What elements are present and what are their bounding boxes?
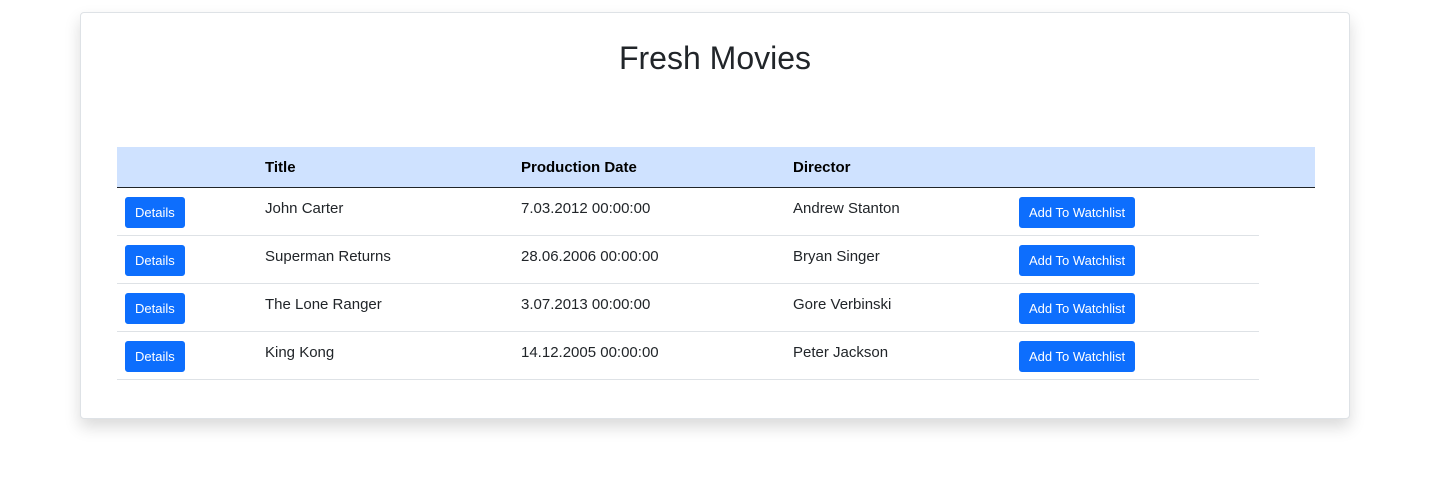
- table-row: Details The Lone Ranger 3.07.2013 00:00:…: [117, 283, 1315, 332]
- watchlist-cell: Add To Watchlist: [1011, 235, 1259, 284]
- details-cell: Details: [117, 331, 257, 380]
- movies-table: Title Production Date Director Details J…: [117, 147, 1315, 380]
- header-title: Title: [257, 147, 513, 188]
- movie-title: John Carter: [257, 187, 513, 236]
- movie-director: Andrew Stanton: [785, 187, 1011, 236]
- table-header-row: Title Production Date Director: [117, 147, 1315, 188]
- table-row: Details King Kong 14.12.2005 00:00:00 Pe…: [117, 331, 1315, 380]
- movies-table-container: Title Production Date Director Details J…: [117, 147, 1315, 380]
- table-row: Details Superman Returns 28.06.2006 00:0…: [117, 235, 1315, 284]
- movie-production-date: 3.07.2013 00:00:00: [513, 283, 785, 332]
- details-button[interactable]: Details: [125, 196, 185, 228]
- movie-director: Bryan Singer: [785, 235, 1011, 284]
- details-cell: Details: [117, 283, 257, 332]
- movie-director: Gore Verbinski: [785, 283, 1011, 332]
- watchlist-cell: Add To Watchlist: [1011, 331, 1259, 380]
- header-director: Director: [785, 147, 1011, 188]
- empty-cell: [1259, 284, 1315, 332]
- header-empty: [1259, 147, 1315, 188]
- movie-production-date: 7.03.2012 00:00:00: [513, 187, 785, 236]
- empty-cell: [1259, 188, 1315, 236]
- watchlist-cell: Add To Watchlist: [1011, 187, 1259, 236]
- add-to-watchlist-button[interactable]: Add To Watchlist: [1019, 196, 1136, 228]
- table-body: Details John Carter 7.03.2012 00:00:00 A…: [117, 187, 1315, 380]
- add-to-watchlist-button[interactable]: Add To Watchlist: [1019, 340, 1136, 372]
- movie-production-date: 28.06.2006 00:00:00: [513, 235, 785, 284]
- details-button[interactable]: Details: [125, 292, 185, 324]
- empty-cell: [1259, 332, 1315, 380]
- movie-production-date: 14.12.2005 00:00:00: [513, 331, 785, 380]
- details-button[interactable]: Details: [125, 244, 185, 276]
- movie-title: King Kong: [257, 331, 513, 380]
- add-to-watchlist-button[interactable]: Add To Watchlist: [1019, 244, 1136, 276]
- header-watchlist: [1011, 147, 1259, 188]
- empty-cell: [1259, 236, 1315, 284]
- header-actions: [117, 147, 257, 188]
- watchlist-cell: Add To Watchlist: [1011, 283, 1259, 332]
- movie-title: The Lone Ranger: [257, 283, 513, 332]
- details-button[interactable]: Details: [125, 340, 185, 372]
- add-to-watchlist-button[interactable]: Add To Watchlist: [1019, 292, 1136, 324]
- header-production-date: Production Date: [513, 147, 785, 188]
- table-row: Details John Carter 7.03.2012 00:00:00 A…: [117, 187, 1315, 236]
- page-title: Fresh Movies: [618, 40, 812, 76]
- details-cell: Details: [117, 235, 257, 284]
- movie-title: Superman Returns: [257, 235, 513, 284]
- movie-director: Peter Jackson: [785, 331, 1011, 380]
- table-header: Title Production Date Director: [117, 147, 1315, 188]
- movies-card: Fresh Movies Title Production Date Direc…: [80, 12, 1350, 419]
- details-cell: Details: [117, 187, 257, 236]
